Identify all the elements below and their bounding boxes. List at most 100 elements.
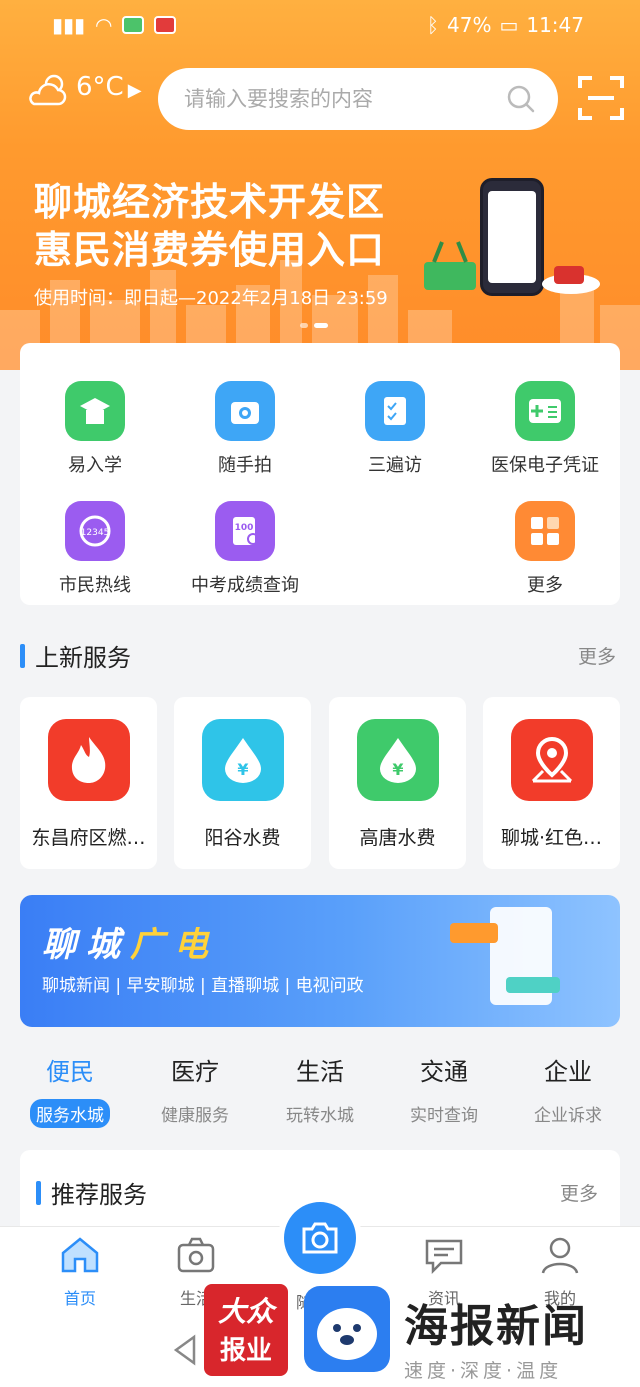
logo-text: 报业 bbox=[219, 1336, 272, 1366]
category-sub: 服务水城 bbox=[30, 1099, 110, 1128]
quick-service-label: 中考成绩查询 bbox=[191, 575, 299, 596]
category-name: 便民 bbox=[46, 1058, 94, 1086]
hotline-icon: 12345 bbox=[65, 501, 125, 561]
camera-icon bbox=[215, 381, 275, 441]
category-name: 医疗 bbox=[171, 1058, 219, 1086]
category-tab-convenience[interactable]: 便民 服务水城 bbox=[8, 1052, 132, 1128]
snap-camera-button[interactable] bbox=[284, 1202, 356, 1274]
section-accent-bar bbox=[36, 1180, 41, 1205]
checklist-icon bbox=[365, 381, 425, 441]
play-arrow-icon: ▶ bbox=[127, 80, 142, 101]
search-icon[interactable] bbox=[506, 84, 536, 114]
school-icon bbox=[65, 381, 125, 441]
quick-service-item[interactable]: 12345 市民热线 bbox=[20, 501, 170, 597]
new-service-label: 高唐水费 bbox=[359, 827, 436, 849]
chat-bubble-decoration bbox=[506, 977, 560, 993]
quick-service-item[interactable]: 易入学 bbox=[20, 381, 170, 477]
new-service-label: 阳谷水费 bbox=[204, 827, 281, 849]
recommend-title: 推荐服务 bbox=[36, 1175, 147, 1210]
svg-text:100: 100 bbox=[235, 523, 254, 533]
banner-title[interactable]: 聊城经济技术开发区 惠民消费券使用入口 bbox=[34, 178, 385, 274]
chat-icon bbox=[425, 1239, 463, 1275]
section-accent-bar bbox=[20, 643, 25, 668]
signal-icon: ▮▮▮ bbox=[52, 13, 86, 37]
new-service-label: 东昌府区燃… bbox=[31, 827, 146, 849]
ad-title-a: 聊城 bbox=[42, 925, 130, 965]
cloudy-sun-icon bbox=[29, 74, 67, 106]
quick-service-item[interactable]: 三遍访 bbox=[320, 381, 470, 477]
battery-percent: 47% bbox=[447, 13, 492, 37]
quick-service-label: 易入学 bbox=[68, 455, 122, 476]
logo-text: 大众 bbox=[217, 1295, 274, 1328]
scan-icon[interactable] bbox=[578, 74, 624, 122]
category-name: 交通 bbox=[420, 1058, 468, 1086]
banner-time: 使用时间：即日起—2022年2月18日 23:59 bbox=[34, 288, 388, 309]
user-icon bbox=[541, 1237, 579, 1274]
category-sub: 实时查询 bbox=[410, 1106, 478, 1126]
svg-text:¥: ¥ bbox=[237, 760, 248, 779]
food-plate-illustration bbox=[542, 266, 600, 294]
category-sub: 健康服务 bbox=[161, 1106, 229, 1126]
new-service-card[interactable]: ¥ 高唐水费 bbox=[329, 697, 466, 869]
banner-title-line1: 聊城经济技术开发区 bbox=[34, 180, 386, 224]
clock: 11:47 bbox=[526, 13, 584, 37]
flame-icon bbox=[47, 719, 130, 801]
category-sub: 企业诉求 bbox=[534, 1106, 602, 1126]
weather-widget[interactable]: 6°C ▶ bbox=[26, 70, 142, 110]
seal-mascot-logo bbox=[304, 1286, 390, 1372]
wifi-icon: ◠ bbox=[95, 13, 113, 37]
life-icon bbox=[177, 1237, 215, 1273]
back-nav-icon[interactable] bbox=[172, 1334, 198, 1366]
category-sub: 玩转水城 bbox=[286, 1106, 354, 1126]
category-name: 企业 bbox=[544, 1058, 592, 1086]
temperature: 6°C bbox=[76, 72, 124, 102]
svg-text:¥: ¥ bbox=[392, 760, 403, 779]
quick-service-item[interactable]: 随手拍 bbox=[170, 381, 320, 477]
new-service-card[interactable]: 聊城·红色… bbox=[483, 697, 620, 869]
new-service-label: 聊城·红色… bbox=[500, 827, 603, 849]
haibao-news-logo: 海报新闻 速度·深度·温度 bbox=[404, 1290, 588, 1383]
logo-slogan: 速度·深度·温度 bbox=[404, 1360, 563, 1382]
tab-home[interactable]: 首页 bbox=[40, 1235, 120, 1309]
status-bar: ▮▮▮ ◠ ᛒ 47% ▭ 11:47 bbox=[0, 0, 640, 50]
search-bar[interactable] bbox=[158, 68, 558, 130]
quick-service-item[interactable]: 更多 bbox=[470, 501, 620, 597]
score-icon: 100 bbox=[215, 501, 275, 561]
ad-title: 聊城广电 bbox=[42, 917, 218, 966]
camera-icon bbox=[302, 1222, 338, 1254]
quick-services-card: 易入学 随手拍 三遍访 医保电子凭证 12345 市民热线 100 中考成绩查询 bbox=[20, 343, 620, 605]
ad-title-b: 广电 bbox=[130, 925, 218, 965]
quick-service-label: 随手拍 bbox=[218, 455, 272, 476]
home-icon bbox=[61, 1237, 99, 1273]
quick-service-label: 市民热线 bbox=[59, 575, 131, 596]
app-notification-icon bbox=[154, 16, 177, 34]
category-tab-medical[interactable]: 医疗 健康服务 bbox=[133, 1052, 257, 1128]
quick-service-label: 医保电子凭证 bbox=[491, 455, 599, 476]
category-tab-life[interactable]: 生活 玩转水城 bbox=[258, 1052, 382, 1128]
search-input[interactable] bbox=[184, 87, 506, 111]
carousel-indicator[interactable] bbox=[300, 323, 328, 328]
new-services-title: 上新服务 bbox=[20, 638, 131, 673]
medical-card-icon bbox=[515, 381, 575, 441]
section-title-text: 上新服务 bbox=[35, 644, 131, 672]
map-pin-icon bbox=[510, 719, 593, 801]
app-notification-icon bbox=[122, 16, 145, 34]
new-service-card[interactable]: ¥ 阳谷水费 bbox=[174, 697, 311, 869]
broadcast-ad-banner[interactable]: 聊城广电 聊城新闻 | 早安聊城 | 直播聊城 | 电视问政 bbox=[20, 895, 620, 1027]
quick-service-item[interactable]: 100 中考成绩查询 bbox=[170, 501, 320, 597]
water-drop-icon: ¥ bbox=[356, 719, 439, 801]
category-tab-traffic[interactable]: 交通 实时查询 bbox=[382, 1052, 506, 1128]
banner-title-line2: 惠民消费券使用入口 bbox=[34, 228, 386, 272]
quick-service-label: 三遍访 bbox=[368, 455, 422, 476]
chat-bubble-decoration bbox=[450, 923, 498, 943]
quick-service-item[interactable]: 医保电子凭证 bbox=[470, 381, 620, 477]
recommend-more-link[interactable]: 更多 bbox=[560, 1179, 598, 1206]
category-tab-enterprise[interactable]: 企业 企业诉求 bbox=[506, 1052, 630, 1128]
new-services-more-link[interactable]: 更多 bbox=[578, 642, 616, 669]
shopping-basket-illustration bbox=[424, 241, 476, 290]
ad-links: 聊城新闻 | 早安聊城 | 直播聊城 | 电视问政 bbox=[42, 976, 364, 996]
quick-service-label: 更多 bbox=[527, 575, 563, 596]
new-service-card[interactable]: 东昌府区燃… bbox=[20, 697, 157, 869]
water-drop-icon: ¥ bbox=[201, 719, 284, 801]
phone-illustration bbox=[480, 178, 544, 296]
